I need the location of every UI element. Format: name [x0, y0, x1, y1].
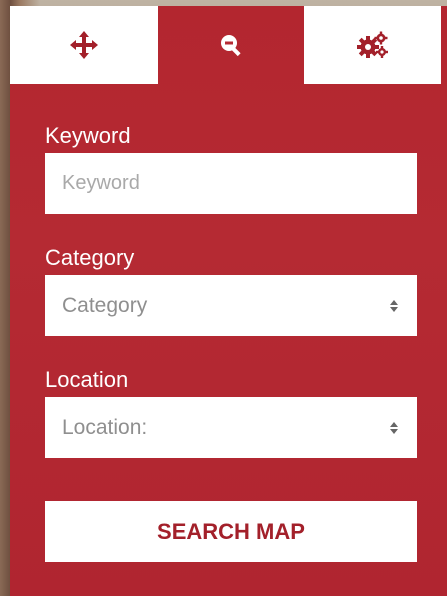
- location-label: Location: [45, 367, 129, 392]
- category-selected-value: Category: [62, 293, 148, 317]
- location-select[interactable]: Location:: [45, 397, 417, 458]
- category-select[interactable]: Category: [45, 275, 417, 336]
- zoom-out-icon: [221, 35, 241, 57]
- search-map-button[interactable]: SEARCH MAP: [45, 501, 417, 562]
- select-arrows-icon: [390, 299, 398, 312]
- keyword-label: Keyword: [45, 123, 131, 148]
- select-arrows-icon: [390, 421, 398, 434]
- tab-move[interactable]: [10, 6, 158, 84]
- keyword-input[interactable]: [62, 172, 392, 195]
- category-label: Category: [45, 245, 135, 270]
- location-selected-value: Location:: [62, 415, 148, 439]
- gears-icon: [356, 31, 388, 58]
- tab-settings[interactable]: [304, 6, 441, 84]
- move-arrows-icon: [70, 31, 98, 59]
- tab-zoom[interactable]: [158, 6, 304, 84]
- keyword-field[interactable]: [45, 153, 417, 214]
